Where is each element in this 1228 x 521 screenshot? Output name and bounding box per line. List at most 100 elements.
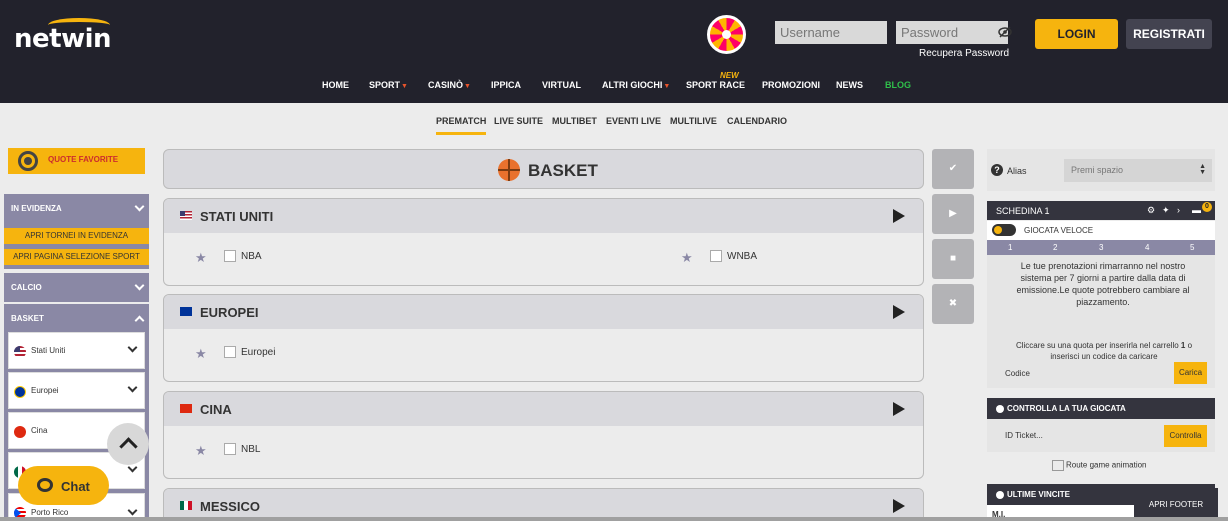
instructions-pre: Cliccare su una quota per inserirla nel …: [1015, 341, 1179, 350]
giocata-veloce-label: GIOCATA VELOCE: [1024, 226, 1094, 235]
close-icon: ✖: [948, 298, 958, 309]
schedina-tabs: 1 2 3 4 5: [987, 240, 1215, 255]
registrati-button[interactable]: REGISTRATI: [1126, 19, 1212, 49]
horizontal-scrollbar[interactable]: [0, 517, 1228, 521]
nav-ippica[interactable]: IPPICA: [491, 80, 521, 90]
sidebar-in-evidenza[interactable]: IN EVIDENZA: [4, 194, 149, 223]
scroll-to-top-button[interactable]: [107, 423, 149, 465]
play-icon[interactable]: [893, 499, 905, 513]
pin-icon[interactable]: ✦: [1162, 205, 1170, 216]
instructions-bold: 1: [1180, 341, 1186, 350]
competition-label: NBL: [241, 444, 261, 455]
subnav-calendario[interactable]: CALENDARIO: [727, 116, 787, 126]
schedina-body: Le tue prenotazioni rimarranno nel nostr…: [987, 255, 1215, 388]
apri-pagina-button[interactable]: APRI PAGINA SELEZIONE SPORT: [4, 249, 149, 265]
subnav-multilive[interactable]: MULTILIVE: [670, 116, 717, 126]
sidebar-calcio[interactable]: CALCIO: [4, 273, 149, 302]
subnav-multibet[interactable]: MULTIBET: [552, 116, 597, 126]
check-icon: ✔: [948, 163, 958, 174]
question-icon[interactable]: ?: [991, 164, 1003, 176]
print-icon: ■: [949, 253, 957, 264]
quote-favorite-button[interactable]: QUOTE FAVORITE: [8, 148, 145, 174]
carica-button[interactable]: Carica: [1174, 362, 1207, 384]
star-icon[interactable]: ★: [195, 346, 207, 362]
region-name: MESSICO: [200, 499, 260, 514]
chevron-right-icon[interactable]: ›: [1177, 205, 1180, 215]
star-icon[interactable]: ★: [195, 443, 207, 459]
logo-text: netwin: [14, 24, 112, 54]
chat-button[interactable]: Chat: [18, 466, 109, 505]
region-header[interactable]: CINA: [164, 392, 923, 426]
play-icon[interactable]: [893, 209, 905, 223]
sidebar-item-stati-uniti[interactable]: Stati Uniti: [8, 332, 145, 369]
nav-sport[interactable]: SPORT▼: [369, 80, 408, 90]
schedina-tab[interactable]: 2: [1053, 243, 1057, 252]
check-button[interactable]: ✔: [932, 149, 974, 189]
subnav-live-suite[interactable]: LIVE SUITE: [494, 116, 543, 126]
competition-checkbox[interactable]: [224, 443, 236, 455]
nav-casino[interactable]: CASINÒ▼: [428, 80, 471, 90]
chevron-down-icon: [134, 201, 145, 212]
us-flag-icon: [14, 346, 26, 358]
nav-altri-giochi[interactable]: ALTRI GIOCHI▼: [602, 80, 670, 90]
password-input[interactable]: Password: [896, 21, 1008, 44]
china-flag-icon: [180, 404, 192, 413]
gear-icon[interactable]: ⚙: [1147, 205, 1155, 216]
nav-virtual[interactable]: VIRTUAL: [542, 80, 581, 90]
login-button[interactable]: LOGIN: [1035, 19, 1118, 49]
ticket-icon[interactable]: ▬: [1192, 205, 1201, 215]
schedina-tab[interactable]: 5: [1190, 243, 1194, 252]
nav-blog[interactable]: BLOG: [885, 80, 911, 90]
username-input[interactable]: Username: [775, 21, 887, 44]
china-flag-icon: [14, 426, 26, 438]
play-button[interactable]: ▶: [932, 194, 974, 234]
competition-checkbox[interactable]: [224, 250, 236, 262]
schedina-instructions: Cliccare su una quota per inserirla nel …: [1001, 340, 1207, 362]
subnav-eventi-live[interactable]: EVENTI LIVE: [606, 116, 661, 126]
new-badge: NEW: [720, 71, 739, 80]
eye-slash-icon[interactable]: [998, 26, 1012, 38]
nav-news[interactable]: NEWS: [836, 80, 863, 90]
chevron-down-icon: ▼: [401, 83, 408, 90]
sidebar-item-label: Porto Rico: [31, 508, 69, 517]
sidebar-item-label: Europei: [31, 386, 59, 395]
ticket-id-input[interactable]: ID Ticket...: [1005, 431, 1043, 440]
schedina-tab[interactable]: 4: [1145, 243, 1149, 252]
play-icon[interactable]: [893, 305, 905, 319]
chevron-down-icon: ▼: [663, 83, 671, 90]
competition-checkbox[interactable]: [710, 250, 722, 262]
calcio-label: CALCIO: [11, 283, 42, 292]
bullet-icon: [996, 405, 1004, 413]
play-icon[interactable]: [893, 402, 905, 416]
recupera-password-link[interactable]: Recupera Password: [919, 48, 1009, 59]
nav-home[interactable]: HOME: [322, 80, 349, 90]
sport-header: BASKET: [163, 149, 924, 189]
fortune-wheel-icon[interactable]: [707, 15, 746, 54]
subnav-prematch[interactable]: PREMATCH: [436, 116, 487, 135]
basketball-icon: [498, 159, 520, 181]
region-header[interactable]: STATI UNITI: [164, 199, 923, 233]
target-icon: [18, 151, 38, 171]
sidebar-item-europei[interactable]: Europei: [8, 372, 145, 409]
controlla-button[interactable]: Controlla: [1164, 425, 1207, 447]
netwin-logo[interactable]: netwin: [14, 18, 114, 54]
giocata-veloce-toggle[interactable]: [992, 224, 1016, 236]
print-button[interactable]: ■: [932, 239, 974, 279]
codice-input[interactable]: Codice: [1005, 369, 1030, 378]
nav-sport-race[interactable]: SPORT RACE: [686, 80, 745, 90]
schedina-tab[interactable]: 3: [1099, 243, 1103, 252]
alias-label: Alias: [1007, 166, 1027, 176]
mexico-flag-icon: [180, 501, 192, 510]
apri-tornei-button[interactable]: APRI TORNEI IN EVIDENZA: [4, 228, 149, 244]
star-icon[interactable]: ★: [195, 250, 207, 266]
alias-select[interactable]: Premi spazio ▲ ▼: [1064, 159, 1212, 182]
alias-placeholder: Premi spazio: [1071, 165, 1124, 175]
star-icon[interactable]: ★: [681, 250, 693, 266]
ultime-vincite-title: ULTIME VINCITE: [1007, 490, 1070, 499]
nav-promozioni[interactable]: PROMOZIONI: [762, 80, 820, 90]
competition-checkbox[interactable]: [224, 346, 236, 358]
nav-casino-label: CASINÒ: [428, 80, 464, 90]
close-button[interactable]: ✖: [932, 284, 974, 324]
schedina-tab[interactable]: 1: [1008, 243, 1012, 252]
region-header[interactable]: EUROPEI: [164, 295, 923, 329]
